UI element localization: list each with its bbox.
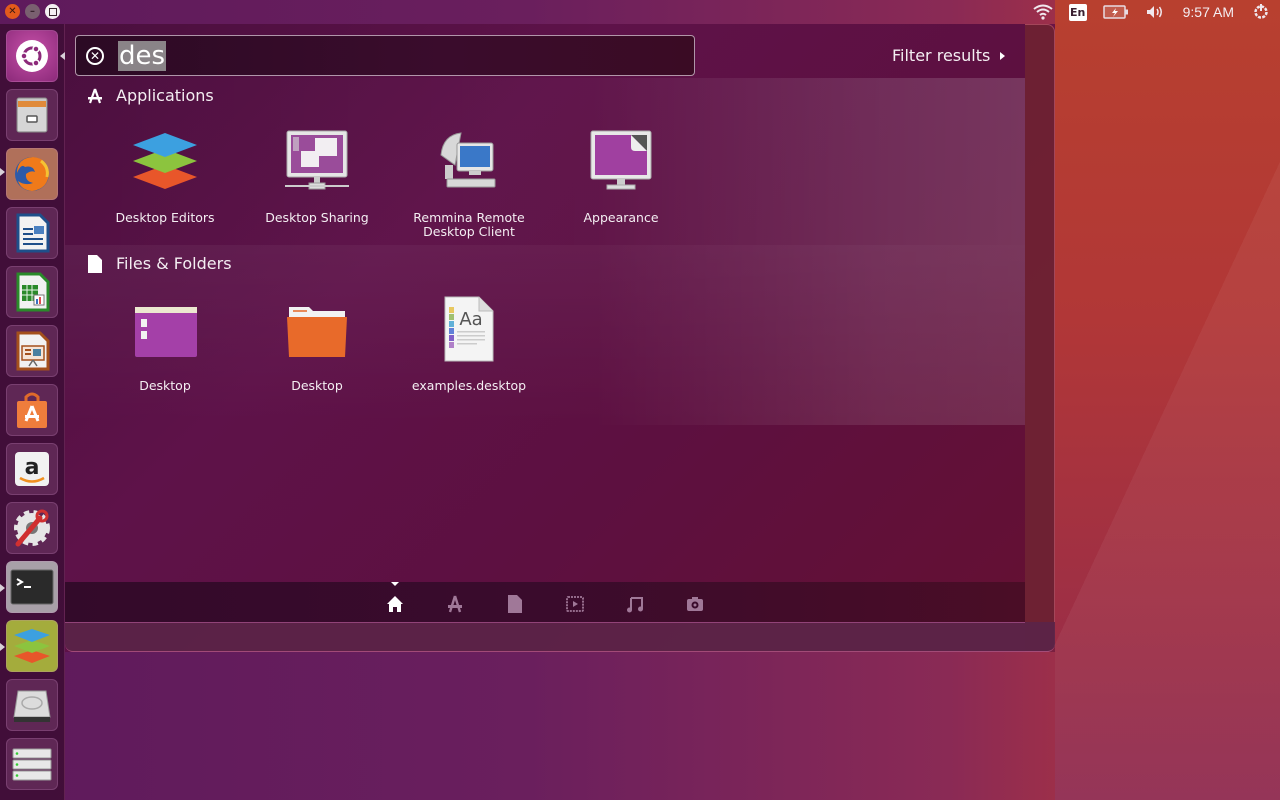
launcher: a	[0, 24, 65, 800]
launcher-item-files[interactable]	[6, 89, 58, 141]
result-label: Desktop	[139, 378, 191, 393]
result-remmina[interactable]: Remmina Remote Desktop Client	[399, 125, 539, 239]
launcher-item-firefox[interactable]	[6, 148, 58, 200]
impress-icon	[16, 331, 50, 371]
camera-icon[interactable]	[685, 594, 705, 614]
terminal-icon	[10, 569, 54, 605]
volume-icon[interactable]	[1145, 0, 1165, 24]
desktop-folder-icon	[129, 293, 201, 365]
keyboard-layout-indicator[interactable]: En	[1068, 0, 1087, 24]
filter-results-button[interactable]: Filter results	[892, 46, 1006, 65]
launcher-item-libreoffice-writer[interactable]	[6, 207, 58, 259]
applications-icon[interactable]	[445, 594, 465, 614]
orange-folder-icon	[281, 293, 353, 365]
clock[interactable]: 9:57 AM	[1183, 4, 1234, 20]
appearance-icon	[585, 125, 657, 197]
launcher-item-ubuntu-software[interactable]	[6, 384, 58, 436]
result-label-line1: Remmina Remote	[413, 210, 525, 225]
power-gear-icon[interactable]	[1252, 0, 1270, 24]
clear-icon[interactable]: ✕	[86, 47, 104, 65]
close-icon[interactable]: ✕	[5, 4, 20, 19]
firefox-icon	[15, 157, 49, 191]
indicator-area: En 9:57 AM	[1025, 0, 1280, 24]
result-desktop-folder-2[interactable]: Desktop	[247, 293, 387, 393]
result-desktop-editors[interactable]: Desktop Editors	[95, 125, 235, 225]
server-icon	[12, 748, 52, 781]
maximize-icon[interactable]	[45, 4, 60, 19]
category-title: Applications	[116, 86, 214, 105]
calc-icon	[16, 272, 50, 312]
result-label-line2: Desktop Client	[423, 224, 515, 239]
launcher-item-system-settings[interactable]	[6, 502, 58, 554]
category-title: Files & Folders	[116, 254, 232, 273]
launcher-running-indicator	[0, 168, 5, 176]
top-panel: ✕ – En 9:57 AM	[0, 0, 1280, 24]
category-header-applications[interactable]: Applications	[87, 86, 214, 105]
launcher-running-indicator	[0, 643, 5, 651]
file-icon	[87, 254, 103, 273]
keyboard-layout-label: En	[1068, 3, 1087, 21]
launcher-item-network-servers[interactable]	[6, 738, 58, 790]
category-header-files[interactable]: Files & Folders	[87, 254, 232, 273]
result-appearance[interactable]: Appearance	[551, 125, 691, 225]
remmina-icon	[433, 125, 505, 197]
launcher-item-disk-drive[interactable]	[6, 679, 58, 731]
launcher-active-indicator	[60, 52, 65, 60]
result-label: Desktop Editors	[115, 210, 215, 225]
dash-resize-frame-right[interactable]	[1025, 24, 1055, 652]
desktop-sharing-icon	[281, 125, 353, 197]
writer-icon	[16, 213, 50, 253]
launcher-item-libreoffice-calc[interactable]	[6, 266, 58, 318]
settings-icon	[14, 509, 50, 547]
launcher-running-indicator	[0, 584, 5, 592]
onlyoffice-icon	[129, 125, 201, 197]
search-input[interactable]: des	[118, 40, 167, 72]
music-icon[interactable]	[625, 594, 645, 614]
battery-charging-icon[interactable]	[1102, 0, 1129, 24]
minimize-icon[interactable]: –	[25, 4, 40, 19]
svg-text:Aa: Aa	[459, 309, 482, 330]
launcher-item-onlyoffice[interactable]	[6, 620, 58, 672]
result-label: Desktop	[291, 378, 343, 393]
onlyoffice-icon	[14, 629, 50, 663]
result-label: Desktop Sharing	[265, 210, 369, 225]
applications-icon	[87, 87, 103, 105]
launcher-item-dash-home[interactable]	[6, 30, 58, 82]
result-label: Appearance	[583, 210, 659, 225]
active-lens-indicator	[391, 582, 399, 586]
launcher-item-libreoffice-impress[interactable]	[6, 325, 58, 377]
text-document-icon: Aa	[433, 293, 505, 365]
video-icon[interactable]	[565, 594, 585, 614]
window-controls: ✕ –	[5, 4, 60, 19]
ubuntu-logo-icon	[16, 40, 48, 72]
dash-resize-frame-bottom[interactable]	[65, 622, 1055, 652]
amazon-icon: a	[15, 452, 49, 486]
search-field[interactable]: ✕ des	[75, 35, 695, 76]
hard-drive-icon	[13, 690, 51, 722]
file-cabinet-icon	[16, 97, 48, 133]
launcher-item-amazon[interactable]: a	[6, 443, 58, 495]
home-icon[interactable]	[385, 594, 405, 614]
result-desktop-folder[interactable]: Desktop	[95, 293, 235, 393]
launcher-item-terminal[interactable]	[6, 561, 58, 613]
file-icon[interactable]	[505, 594, 525, 614]
software-center-icon	[17, 392, 47, 428]
search-input-text: des	[118, 41, 167, 71]
result-label: Remmina Remote Desktop Client	[399, 211, 539, 239]
svg-text:a: a	[25, 455, 40, 480]
result-examples-desktop[interactable]: Aa examples.desktop	[399, 293, 539, 393]
result-label: examples.desktop	[411, 378, 527, 393]
dash-frame-divider	[65, 622, 1025, 623]
filter-results-label: Filter results	[892, 46, 991, 65]
lens-bar	[65, 582, 1025, 622]
wifi-icon[interactable]	[1033, 0, 1053, 24]
result-desktop-sharing[interactable]: Desktop Sharing	[247, 125, 387, 225]
expand-arrow-icon	[1000, 51, 1006, 60]
